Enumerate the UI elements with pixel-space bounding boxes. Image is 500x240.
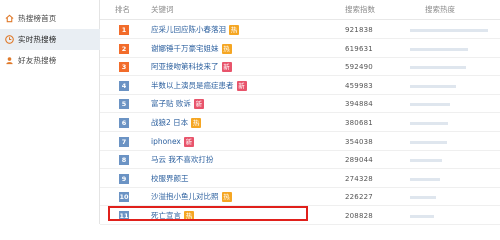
hot-badge: 热 xyxy=(221,192,232,203)
keyword-link[interactable]: 马云 我不喜欢打扮 xyxy=(151,151,213,169)
sidebar-item-label: 实时热搜榜 xyxy=(18,35,57,44)
keyword-link[interactable]: 校服界颜王 xyxy=(151,170,189,188)
keyword-link[interactable]: 应采儿回应陈小春落泪热 xyxy=(151,21,239,39)
sidebar-item-label: 热搜榜首页 xyxy=(18,14,57,23)
heat-bar xyxy=(410,122,448,125)
search-index-value: 354038 xyxy=(345,137,373,146)
new-badge: 新 xyxy=(221,62,232,73)
rank-badge: 1 xyxy=(119,25,129,35)
home-icon xyxy=(5,14,14,23)
search-index-value: 226227 xyxy=(345,193,373,202)
keyword-link[interactable]: 富子贴 败诉新 xyxy=(151,95,204,113)
table-row: 9 校服界颜王 274328 xyxy=(100,170,500,188)
keyword-link[interactable]: 沙溢抱小鱼儿对比照热 xyxy=(151,188,232,206)
column-header-keyword: 关键词 xyxy=(151,5,174,14)
sidebar-item-realtime[interactable]: 实时热搜榜 xyxy=(0,29,100,50)
table-row: 10 沙溢抱小鱼儿对比照热 226227 xyxy=(100,188,500,207)
sidebar-item-label: 好友热搜榜 xyxy=(18,56,57,65)
rank-badge: 4 xyxy=(119,80,129,91)
keyword-text: 战狼2 日本 xyxy=(151,118,189,127)
hot-badge: 热 xyxy=(221,43,232,54)
rank-badge: 2 xyxy=(119,43,129,54)
heat-bar xyxy=(410,140,447,144)
heat-bar xyxy=(410,103,450,107)
sidebar-item-home[interactable]: 热搜榜首页 xyxy=(0,8,100,29)
rank-badge: 10 xyxy=(119,192,129,203)
rank-badge: 3 xyxy=(119,62,129,73)
table-header: 排名 关键词 搜索指数 搜索热度 xyxy=(100,0,500,20)
heat-bar xyxy=(410,177,440,181)
new-badge: 新 xyxy=(183,136,194,147)
keyword-link[interactable]: 谢娜锤千万豪宅姐妹热 xyxy=(151,40,232,58)
keyword-link[interactable]: iphonex 新 xyxy=(151,133,194,151)
table-row: 3 阿亚接吻第科技来了新 592490 xyxy=(100,58,500,77)
hot-badge: 热 xyxy=(229,25,239,35)
friends-icon xyxy=(5,56,14,65)
column-header-rank: 排名 xyxy=(115,5,130,14)
rank-badge: 5 xyxy=(119,99,129,110)
rank-badge: 6 xyxy=(119,118,129,128)
table-row: 6 战狼2 日本热 380681 xyxy=(100,114,500,132)
heat-bar xyxy=(410,84,456,88)
hot-badge: 热 xyxy=(191,118,202,128)
new-badge: 新 xyxy=(236,80,247,91)
search-index-value: 921838 xyxy=(345,26,373,34)
search-index-value: 459983 xyxy=(345,81,373,90)
keyword-text: 马云 我不喜欢打扮 xyxy=(151,155,214,165)
search-index-value: 208828 xyxy=(345,212,373,220)
sidebar-item-friends[interactable]: 好友热搜榜 xyxy=(0,50,100,71)
keyword-link[interactable]: 阿亚接吻第科技来了新 xyxy=(151,58,232,76)
rank-badge: 9 xyxy=(119,173,129,184)
search-index-value: 380681 xyxy=(345,119,373,127)
highlight-box xyxy=(108,206,308,221)
column-header-heat: 搜索热度 xyxy=(425,5,455,14)
keyword-text: 富子贴 败诉 xyxy=(151,99,191,109)
keyword-text: 谢娜锤千万豪宅姐妹 xyxy=(151,43,219,53)
table-row: 1 应采儿回应陈小春落泪热 921838 xyxy=(100,21,500,39)
keyword-text: iphonex xyxy=(151,136,181,146)
table-row: 2 谢娜锤千万豪宅姐妹热 619631 xyxy=(100,40,500,58)
heat-bar xyxy=(410,47,468,51)
rank-badge: 8 xyxy=(119,155,129,166)
keyword-text: 应采儿回应陈小春落泪 xyxy=(151,25,226,34)
heat-bar xyxy=(410,66,466,70)
keyword-text: 沙溢抱小鱼儿对比照 xyxy=(151,192,219,202)
heat-bar xyxy=(410,29,488,32)
table-row: 7 iphonex 新 354038 xyxy=(100,133,500,151)
rank-badge: 7 xyxy=(119,136,129,147)
search-index-value: 289044 xyxy=(345,156,373,165)
keyword-link[interactable]: 战狼2 日本热 xyxy=(151,114,202,132)
search-index-value: 274328 xyxy=(345,174,373,183)
keyword-text: 校服界颜王 xyxy=(151,173,189,183)
heat-bar xyxy=(410,215,434,218)
sidebar: 热搜榜首页 实时热搜榜 好友热搜榜 xyxy=(0,0,100,224)
search-index-value: 394884 xyxy=(345,100,373,109)
keyword-text: 半数以上演员是癌症患者 xyxy=(151,80,234,90)
keyword-link[interactable]: 半数以上演员是癌症患者新 xyxy=(151,77,247,95)
keyword-text: 阿亚接吻第科技来了 xyxy=(151,62,219,72)
new-badge: 新 xyxy=(193,99,204,110)
table-row: 4 半数以上演员是癌症患者新 459983 xyxy=(100,77,500,95)
search-index-value: 592490 xyxy=(345,63,373,72)
table-row: 5 富子贴 败诉新 394884 xyxy=(100,95,500,114)
heat-bar xyxy=(410,159,442,163)
column-header-index: 搜索指数 xyxy=(345,5,375,14)
trend-icon xyxy=(5,35,14,44)
heat-bar xyxy=(410,196,436,200)
table-row: 8 马云 我不喜欢打扮 289044 xyxy=(100,151,500,170)
search-index-value: 619631 xyxy=(345,44,373,53)
